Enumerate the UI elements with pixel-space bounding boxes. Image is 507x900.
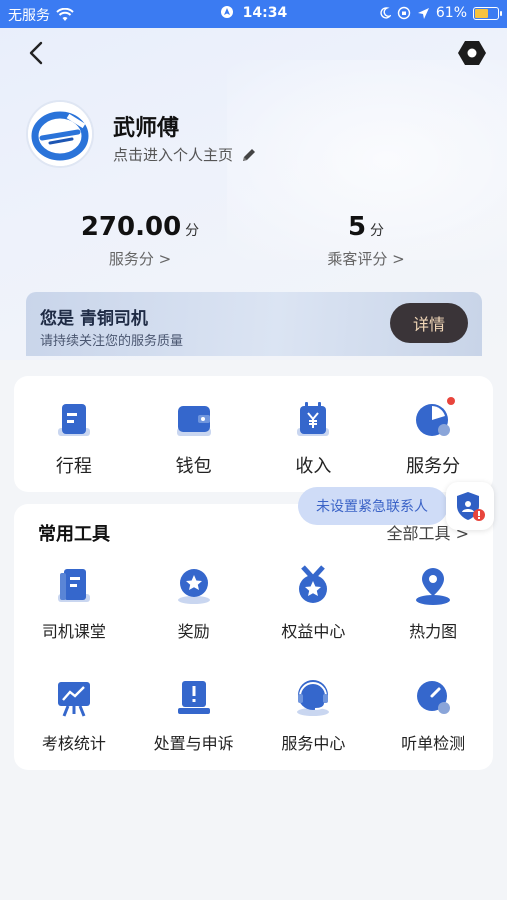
service-score-unit: 分	[185, 223, 200, 239]
service-score-value: 270.00	[80, 212, 182, 242]
emergency-contact-text: 未设置紧急联系人	[316, 499, 428, 515]
passenger-rating-unit: 分	[370, 223, 385, 239]
moon-icon	[380, 7, 391, 19]
personal-homepage-link[interactable]: 点击进入个人主页	[113, 144, 257, 165]
driver-class-icon	[57, 569, 90, 602]
driver-level-subtitle: 请持续关注您的服务质量	[40, 334, 184, 349]
heatmap-icon	[416, 568, 451, 605]
tool-heatmap[interactable]: 热力图	[373, 564, 493, 642]
tool-label: 热力图	[409, 622, 458, 641]
wallet-icon	[176, 406, 211, 436]
edit-pencil-icon	[243, 148, 256, 161]
tool-appeal[interactable]: 处置与申诉	[134, 676, 254, 754]
service-score-label: 服务分 >	[108, 250, 172, 268]
passenger-rating-stat[interactable]: 5分 乘客评分 >	[266, 212, 466, 269]
quick-item-label: 服务分	[406, 456, 461, 477]
service-score-stat[interactable]: 270.00 分 服务分 >	[40, 212, 240, 269]
tool-service-center[interactable]: 服务中心	[254, 676, 374, 754]
level-detail-button[interactable]: 详情	[390, 303, 468, 343]
tool-label: 服务中心	[281, 734, 346, 753]
quick-item-label: 收入	[295, 456, 332, 477]
tool-label: 司机课堂	[41, 622, 106, 641]
tool-benefits-center[interactable]: 权益中心	[254, 564, 374, 642]
quick-item-label: 行程	[55, 456, 92, 477]
clock: 14:34	[242, 5, 288, 21]
quick-item-income[interactable]: 收入	[254, 398, 374, 478]
quick-item-itinerary[interactable]: 行程	[14, 398, 134, 478]
tool-label: 考核统计	[41, 734, 106, 753]
assessment-stats-icon	[57, 682, 90, 717]
service-center-icon	[297, 680, 330, 716]
tool-label: 奖励	[177, 622, 210, 641]
personal-homepage-label: 点击进入个人主页	[113, 146, 234, 164]
quick-item-label: 钱包	[175, 456, 212, 477]
tool-driver-class[interactable]: 司机课堂	[14, 564, 134, 642]
company-logo-icon	[28, 102, 92, 166]
battery-level	[475, 8, 488, 18]
quick-item-service-score[interactable]: 服务分	[373, 397, 493, 478]
safety-center-button[interactable]	[446, 482, 494, 530]
shield-alert-icon	[457, 492, 485, 521]
tool-label: 权益中心	[281, 622, 346, 641]
rotation-lock-icon	[397, 6, 411, 20]
income-icon	[297, 402, 330, 436]
emergency-contact-toast[interactable]: 未设置紧急联系人	[298, 487, 448, 525]
driver-name: 武师傅	[113, 116, 180, 141]
common-tools-title: 常用工具	[38, 524, 110, 545]
location-arrow-icon	[417, 7, 429, 19]
appeal-icon	[177, 681, 210, 714]
avatar[interactable]	[26, 100, 94, 168]
tool-reward[interactable]: 奖励	[134, 564, 254, 642]
quick-actions-card: 行程 钱包 收入 服务分	[14, 376, 493, 492]
notification-badge	[447, 397, 456, 405]
driver-level-title: 您是 青铜司机	[40, 309, 148, 329]
benefits-icon	[299, 565, 328, 603]
reward-icon	[177, 569, 210, 604]
itinerary-icon	[57, 404, 90, 436]
order-check-icon	[417, 681, 451, 714]
settings-button[interactable]	[457, 38, 487, 68]
back-button[interactable]	[22, 38, 52, 68]
passenger-rating-value: 5	[347, 212, 367, 242]
common-tools-card: 常用工具 全部工具 > 司机课堂 奖励 权益中心 热力图 考核统计 处置与申诉 …	[14, 504, 493, 770]
tool-order-check[interactable]: 听单检测	[373, 676, 493, 754]
battery-percent: 61%	[435, 5, 467, 21]
service-score-icon	[416, 397, 456, 436]
quick-item-wallet[interactable]: 钱包	[134, 398, 254, 478]
battery-icon	[473, 6, 502, 20]
status-bar: 无服务 14:34 61%	[0, 0, 507, 28]
navigation-status-icon	[220, 6, 233, 18]
passenger-rating-label: 乘客评分 >	[327, 250, 405, 268]
tool-assessment-stats[interactable]: 考核统计	[14, 676, 134, 754]
tool-label: 听单检测	[401, 734, 466, 753]
hexagon-settings-icon	[458, 41, 486, 65]
tool-label: 处置与申诉	[153, 734, 234, 753]
chevron-left-icon	[29, 41, 43, 65]
driver-level-banner: 您是 青铜司机 请持续关注您的服务质量 详情	[26, 292, 482, 356]
